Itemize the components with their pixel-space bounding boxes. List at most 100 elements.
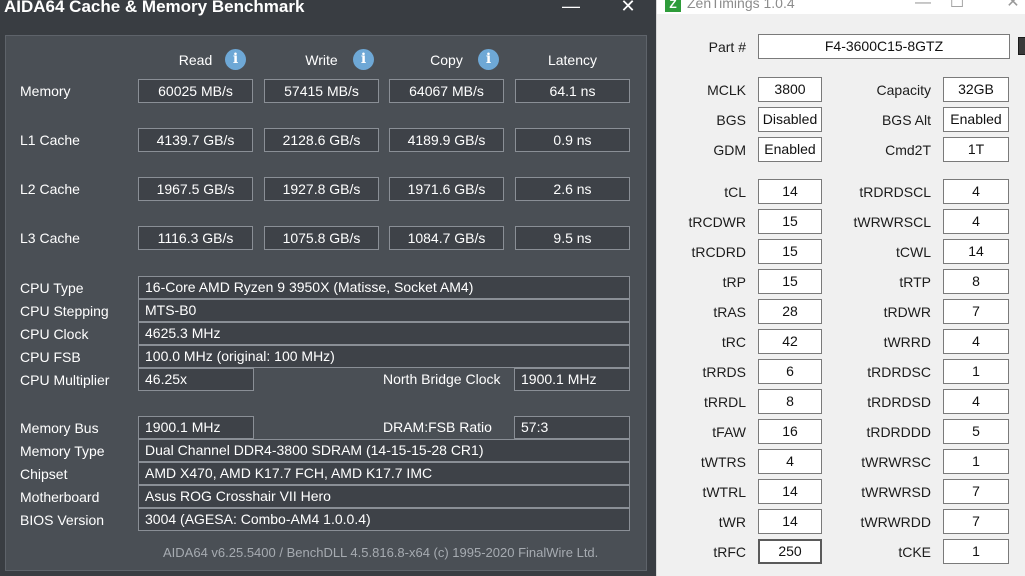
north-bridge-clock-value: 1900.1 MHz [514, 368, 630, 391]
zentimings-window: Z ZenTimings 1.0.4 — ☐ ✕ Part # F4-3600C… [656, 0, 1025, 576]
write-value: 1075.8 GB/s [264, 226, 379, 250]
copy-value: 1084.7 GB/s [389, 226, 504, 250]
timing-label: tWTRS [700, 454, 746, 470]
copy-info-icon[interactable]: i [478, 49, 499, 70]
read-info-icon[interactable]: i [225, 49, 246, 70]
write-value: 2128.6 GB/s [264, 128, 379, 152]
cpu-stepping-label: CPU Stepping [20, 303, 109, 319]
copy-value: 64067 MB/s [389, 79, 504, 103]
zen-maximize-button[interactable]: ☐ [943, 0, 971, 12]
timing-value: 4 [943, 209, 1009, 234]
write-info-icon[interactable]: i [353, 49, 374, 70]
copy-value: 4189.9 GB/s [389, 128, 504, 152]
aida64-titlebar: AIDA64 Cache & Memory Benchmark — ✕ [0, 0, 656, 22]
timing-value: 7 [943, 299, 1009, 324]
timing-label: tRFC [713, 544, 746, 560]
timing-value: 14 [943, 239, 1009, 264]
chipset-value: AMD X470, AMD K17.7 FCH, AMD K17.7 IMC [138, 462, 630, 485]
timing-value: 4 [943, 179, 1009, 204]
latency-value: 0.9 ns [515, 128, 630, 152]
timing-label: tRCDRD [691, 244, 746, 260]
timing-value: 8 [943, 269, 1009, 294]
bios-version-label: BIOS Version [20, 512, 105, 528]
timing-label: tRDRDDD [866, 424, 931, 440]
trfc-value: 250 [758, 539, 822, 564]
copy-value: 1971.6 GB/s [389, 177, 504, 201]
read-value: 1967.5 GB/s [138, 177, 253, 201]
copyright-footer: AIDA64 v6.25.5400 / BenchDLL 4.5.816.8-x… [163, 545, 599, 560]
timing-value: 6 [758, 359, 822, 384]
timing-value: 15 [758, 239, 822, 264]
timing-label: tRAS [713, 304, 746, 320]
zen-close-button[interactable]: ✕ [999, 0, 1025, 12]
side-panel-handle[interactable] [1018, 37, 1025, 55]
timing-label: tRCDWR [688, 214, 746, 230]
aida64-title: AIDA64 Cache & Memory Benchmark [4, 0, 305, 16]
timing-label: tCWL [896, 244, 931, 260]
row-label: L1 Cache [20, 132, 80, 148]
cpu-clock-label: CPU Clock [20, 326, 89, 342]
timing-label: tRRDS [702, 364, 746, 380]
timing-label: tRRDL [703, 394, 746, 410]
cmd2t-label: Cmd2T [885, 142, 931, 158]
cpu-multiplier-value: 46.25x [138, 368, 254, 391]
cpu-stepping-value: MTS-B0 [138, 299, 630, 322]
timing-label: tWRWRSCL [853, 214, 931, 230]
timing-value: 15 [758, 269, 822, 294]
row-label: L3 Cache [20, 230, 80, 246]
cpu-fsb-label: CPU FSB [20, 349, 81, 365]
timing-value: 16 [758, 419, 822, 444]
minimize-button[interactable]: — [556, 0, 586, 16]
chipset-label: Chipset [20, 466, 68, 482]
bgs-alt-value: Enabled [943, 107, 1009, 132]
timing-label: tWRWRSD [861, 484, 931, 500]
read-value: 1116.3 GB/s [138, 226, 253, 250]
cpu-clock-value: 4625.3 MHz [138, 322, 630, 345]
zen-minimize-button[interactable]: — [909, 0, 937, 12]
row-label: L2 Cache [20, 181, 80, 197]
timing-label: tRTP [899, 274, 931, 290]
timing-value: 42 [758, 329, 822, 354]
timing-value: 4 [943, 389, 1009, 414]
bgs-label: BGS [716, 112, 746, 128]
timing-label: tWRWRSC [861, 454, 931, 470]
timing-label: tWTRL [702, 484, 746, 500]
timing-label: tWRWRDD [860, 514, 931, 530]
north-bridge-clock-label: North Bridge Clock [383, 371, 501, 387]
timing-label: tCL [724, 184, 746, 200]
memory-bus-label: Memory Bus [20, 420, 99, 436]
gdm-label: GDM [713, 142, 746, 158]
timing-label: tWRRD [883, 334, 931, 350]
latency-value: 2.6 ns [515, 177, 630, 201]
timing-value: 4 [943, 329, 1009, 354]
mclk-label: MCLK [707, 82, 746, 98]
timing-value: 1 [943, 539, 1009, 564]
timing-value: 1 [943, 449, 1009, 474]
timing-label: tWR [718, 514, 746, 530]
cpu-multiplier-label: CPU Multiplier [20, 372, 110, 388]
gdm-value: Enabled [758, 137, 822, 162]
bgs-alt-label: BGS Alt [881, 112, 931, 128]
latency-value: 9.5 ns [515, 226, 630, 250]
timing-label: tRP [722, 274, 746, 290]
cmd2t-value: 1T [943, 137, 1009, 162]
timing-value: 14 [758, 179, 822, 204]
capacity-value: 32GB [943, 77, 1009, 102]
timing-value: 7 [943, 479, 1009, 504]
close-button[interactable]: ✕ [613, 0, 643, 16]
timing-label: tRDRDSCL [859, 184, 931, 200]
memory-type-value: Dual Channel DDR4-3800 SDRAM (14-15-15-2… [138, 439, 630, 462]
write-value: 1927.8 GB/s [264, 177, 379, 201]
cpu-type-label: CPU Type [20, 280, 84, 296]
latency-value: 64.1 ns [515, 79, 630, 103]
capacity-label: Capacity [876, 82, 931, 98]
timing-label: tRDRDSC [867, 364, 931, 380]
zentimings-title: ZenTimings 1.0.4 [687, 0, 795, 11]
dram-fsb-ratio-value: 57:3 [514, 416, 630, 439]
bios-version-value: 3004 (AGESA: Combo-AM4 1.0.0.4) [138, 508, 630, 531]
write-value: 57415 MB/s [264, 79, 379, 103]
cpu-type-value: 16-Core AMD Ryzen 9 3950X (Matisse, Sock… [138, 276, 630, 299]
timing-value: 4 [758, 449, 822, 474]
part-number-label: Part # [708, 39, 746, 55]
column-header-latency: Latency [547, 52, 598, 68]
